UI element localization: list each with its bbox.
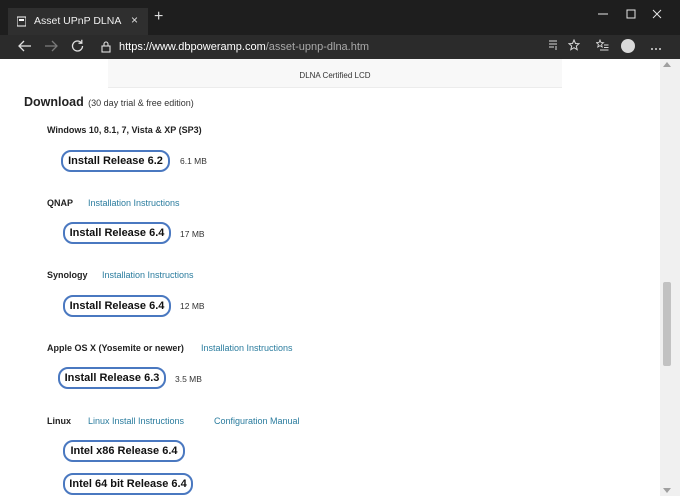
synology-installation-instructions-link[interactable]: Installation Instructions [102,270,194,280]
file-size-windows: 6.1 MB [180,156,207,166]
browser-window: Asset UPnP DLNA × + https://www.dbpowera… [0,0,680,496]
address-bar[interactable]: https://www.dbpoweramp.com/asset-upnp-dl… [94,37,588,57]
window-close-icon[interactable] [647,8,667,22]
url-path: /asset-upnp-dlna.htm [265,41,370,53]
tab-title: Asset UPnP DLNA [34,15,122,27]
dlna-certified-banner: DLNA Certified LCD [108,59,562,88]
favorite-star-icon[interactable] [566,38,582,55]
download-heading: Download (30 day trial & free edition) [24,93,194,111]
configuration-manual-link[interactable]: Configuration Manual [214,416,300,426]
qnap-installation-instructions-link[interactable]: Installation Instructions [88,198,180,208]
url-domain: https://www.dbpoweramp.com [119,41,266,53]
os-label-linux: Linux [47,416,71,426]
file-size-synology: 12 MB [180,301,205,311]
install-qnap-button[interactable]: Install Release 6.4 [63,222,171,244]
minimize-icon[interactable] [593,8,613,22]
os-label-apple: Apple OS X (Yosemite or newer) [47,343,184,353]
reader-view-icon[interactable] [545,39,561,55]
scrollbar-thumb[interactable] [663,282,671,366]
browser-toolbar: https://www.dbpoweramp.com/asset-upnp-dl… [0,35,680,59]
favorites-list-icon[interactable] [594,38,610,55]
title-bar: Asset UPnP DLNA × + [0,0,680,35]
os-label-windows: Windows 10, 8.1, 7, Vista & XP (SP3) [47,125,202,135]
install-synology-button[interactable]: Install Release 6.4 [63,295,171,317]
tab-close-icon[interactable]: × [131,13,138,27]
maximize-icon[interactable] [621,8,641,22]
file-size-apple: 3.5 MB [175,374,202,384]
new-tab-button[interactable]: + [154,9,163,25]
more-options-icon[interactable] [648,39,664,55]
vertical-scrollbar[interactable] [660,59,680,496]
url-text: https://www.dbpoweramp.com/asset-upnp-dl… [119,41,369,53]
install-apple-button[interactable]: Install Release 6.3 [58,367,166,389]
apple-installation-instructions-link[interactable]: Installation Instructions [201,343,293,353]
page-content: DLNA Certified LCD Download (30 day tria… [0,59,660,496]
refresh-icon[interactable] [68,38,86,56]
scroll-up-arrow-icon[interactable] [663,62,671,67]
install-windows-button[interactable]: Install Release 6.2 [61,150,170,172]
dlna-certified-label: DLNA Certified LCD [299,71,371,80]
linux-install-instructions-link[interactable]: Linux Install Instructions [88,416,184,426]
page-favicon-icon [16,16,27,27]
os-label-qnap: QNAP [47,198,74,208]
os-label-synology: Synology [47,270,88,280]
profile-avatar-icon[interactable] [621,39,635,53]
browser-tab[interactable]: Asset UPnP DLNA × [8,8,148,35]
back-icon[interactable] [16,38,34,56]
install-linux-64bit-button[interactable]: Intel 64 bit Release 6.4 [63,473,193,495]
download-subtitle: (30 day trial & free edition) [88,98,194,108]
install-linux-x86-button[interactable]: Intel x86 Release 6.4 [63,440,185,462]
download-title: Download [24,95,84,109]
scroll-down-arrow-icon[interactable] [663,488,671,493]
lock-icon [101,40,111,53]
file-size-qnap: 17 MB [180,229,205,239]
forward-icon[interactable] [42,38,60,56]
